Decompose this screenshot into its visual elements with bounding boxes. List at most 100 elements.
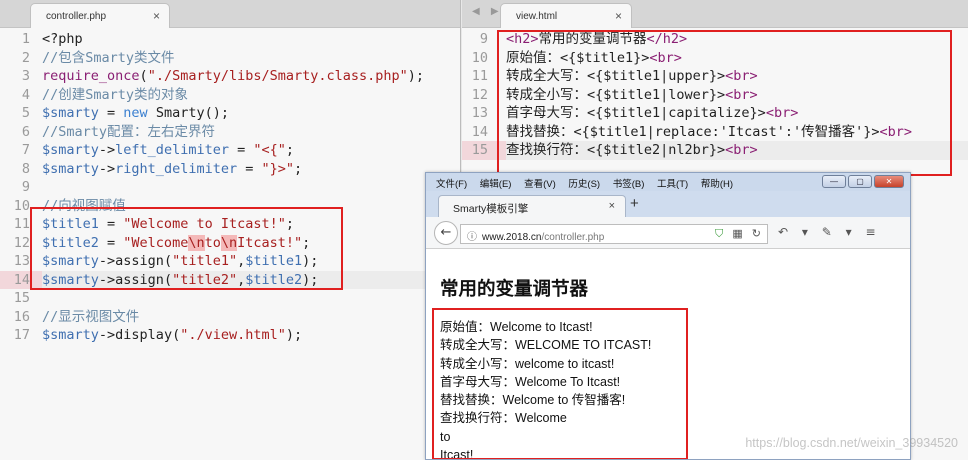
- code-token: 首字母大写：<{$title1|capitalize}>: [506, 105, 766, 121]
- tab-nav-arrows-icon[interactable]: ◀ ▶: [472, 6, 503, 17]
- toolbar-icons: ↶ ▾ ✎ ▾ ≡: [778, 225, 886, 239]
- code-token: =: [98, 234, 124, 251]
- code-line[interactable]: 13 $smarty->assign("title1",$title1);: [0, 252, 460, 271]
- code-token: $smarty: [42, 271, 99, 288]
- code-token: ;: [294, 160, 303, 177]
- menu-bookmarks[interactable]: 书签(B): [613, 179, 645, 190]
- code-area-view[interactable]: 9 <h2>常用的变量调节器</h2> 10 原始值：<{$title1}><br> 1…: [462, 30, 968, 160]
- code-line[interactable]: 16 //显示视图文件: [0, 308, 460, 327]
- code-token: (: [139, 68, 148, 84]
- maximize-button[interactable]: ▢: [848, 175, 872, 188]
- line-number: 4: [21, 86, 30, 103]
- browser-tab-smarty[interactable]: Smarty模板引擎 ×: [438, 195, 626, 217]
- code-token: <br>: [725, 86, 758, 103]
- undo-icon[interactable]: ↶: [778, 225, 788, 239]
- line-number: 10: [471, 49, 488, 66]
- code-line[interactable]: 11 转成全大写：<{$title1|upper}><br>: [462, 67, 968, 86]
- code-token: $title2: [245, 271, 303, 288]
- code-token: ;: [302, 234, 311, 251]
- code-line[interactable]: 10 原始值：<{$title1}><br>: [462, 49, 968, 68]
- window-controls: — ▢ ✕: [822, 175, 904, 188]
- code-line[interactable]: 9 <h2>常用的变量调节器</h2>: [462, 30, 968, 49]
- tab-view-html[interactable]: view.html ×: [500, 3, 632, 28]
- code-line[interactable]: 2 //包含Smarty类文件: [0, 49, 460, 68]
- code-line[interactable]: 15 查找换行符：<{$title2|nl2br}><br>: [462, 141, 968, 160]
- code-line[interactable]: 13 首字母大写：<{$title1|capitalize}><br>: [462, 104, 968, 123]
- code-area-controller[interactable]: 1 <?php 2 //包含Smarty类文件 3 require_once("./Sma…: [0, 30, 460, 345]
- code-line[interactable]: 4 //创建Smarty类的对象: [0, 86, 460, 105]
- editor-pane-controller[interactable]: controller.php × 1 <?php 2 //包含Smarty类文件 3 re…: [0, 0, 461, 460]
- code-token: //Smarty配置：左右定界符: [42, 123, 216, 140]
- code-line[interactable]: 14 $smarty->assign("title2",$title2);: [0, 270, 460, 289]
- minimize-button[interactable]: —: [822, 175, 846, 188]
- close-icon[interactable]: ×: [609, 200, 615, 212]
- menu-file[interactable]: 文件(F): [436, 179, 467, 190]
- chevron-down-icon[interactable]: ▾: [846, 225, 852, 239]
- code-line[interactable]: 1 <?php: [0, 30, 460, 49]
- line-number: 1: [21, 31, 30, 47]
- code-token: $smarty: [42, 253, 99, 269]
- url-domain: www.2018.cn: [482, 232, 542, 243]
- output-block: 原始值：Welcome to Itcast! 转成全大写：WELCOME TO …: [440, 318, 652, 460]
- output-line: 转成全大写：WELCOME TO ITCAST!: [440, 338, 652, 353]
- output-line: Itcast!: [440, 448, 474, 460]
- extension-icon[interactable]: ✎: [822, 225, 832, 239]
- menu-tools[interactable]: 工具(T): [657, 179, 688, 190]
- editor-tabbar-right: ◀ ▶ view.html ×: [462, 0, 968, 28]
- code-line[interactable]: 7 $smarty->left_delimiter = "<{";: [0, 141, 460, 160]
- code-token: new: [123, 105, 148, 121]
- code-token: "}>": [261, 160, 294, 177]
- code-line[interactable]: 9: [0, 178, 460, 197]
- tab-controller-php[interactable]: controller.php ×: [30, 3, 170, 28]
- code-line[interactable]: 17 $smarty->display("./view.html");: [0, 326, 460, 345]
- browser-window: 文件(F) 编辑(E) 查看(V) 历史(S) 书签(B) 工具(T) 帮助(H…: [425, 172, 911, 460]
- shield-icon[interactable]: ⛉: [715, 228, 723, 240]
- code-line[interactable]: 8 $smarty->right_delimiter = "}>";: [0, 160, 460, 179]
- close-icon[interactable]: ×: [153, 9, 160, 23]
- output-line: 替找替换：Welcome to 传智播客!: [440, 393, 626, 408]
- menu-history[interactable]: 历史(S): [568, 179, 600, 190]
- code-token: <br>: [879, 123, 912, 140]
- close-window-button[interactable]: ✕: [874, 175, 904, 188]
- browser-tabstrip: Smarty模板引擎 × +: [426, 191, 910, 217]
- code-token: require_once: [42, 68, 140, 84]
- code-line[interactable]: 6 //Smarty配置：左右定界符: [0, 123, 460, 142]
- line-number: 3: [21, 68, 30, 84]
- url-path: /controller.php: [541, 232, 605, 243]
- chevron-down-icon[interactable]: ▾: [802, 225, 808, 239]
- code-token: "./Smarty/libs/Smarty.class.php": [147, 68, 408, 84]
- qr-code-icon[interactable]: ▦: [732, 228, 742, 240]
- code-token: "title1": [172, 253, 238, 269]
- code-token: </h2>: [646, 31, 688, 47]
- code-token: <?php: [42, 31, 83, 47]
- reload-icon[interactable]: ↻: [752, 228, 761, 240]
- code-line[interactable]: 10 //向视图赋值: [0, 197, 460, 216]
- code-token: );: [302, 253, 319, 269]
- code-line[interactable]: 15: [0, 289, 460, 308]
- code-line[interactable]: 3 require_once("./Smarty/libs/Smarty.clas…: [0, 67, 460, 86]
- code-token: =: [98, 216, 124, 232]
- line-number: 13: [471, 105, 488, 121]
- code-token: Itcast!": [237, 234, 303, 251]
- browser-menubar: 文件(F) 编辑(E) 查看(V) 历史(S) 书签(B) 工具(T) 帮助(H…: [426, 173, 910, 191]
- menu-edit[interactable]: 编辑(E): [480, 179, 512, 190]
- url-bar[interactable]: ⓘ www.2018.cn/controller.php ⛉ ▦ ↻: [460, 224, 768, 244]
- code-line[interactable]: 11 $title1 = "Welcome to Itcast!";: [0, 215, 460, 234]
- code-token: //显示视图文件: [42, 308, 140, 325]
- code-token: );: [302, 271, 319, 288]
- menu-view[interactable]: 查看(V): [524, 179, 556, 190]
- code-line[interactable]: 14 替找替换：<{$title1|replace:'Itcast':'传智播客'…: [462, 123, 968, 142]
- new-tab-button[interactable]: +: [630, 195, 639, 212]
- info-icon[interactable]: ⓘ: [467, 232, 477, 243]
- code-line[interactable]: 5 $smarty = new Smarty();: [0, 104, 460, 123]
- close-icon[interactable]: ×: [615, 9, 622, 23]
- output-line: 原始值：Welcome to Itcast!: [440, 320, 593, 334]
- code-line[interactable]: 12 转成全小写：<{$title1|lower}><br>: [462, 86, 968, 105]
- editor-tabbar-left: controller.php ×: [0, 0, 460, 28]
- back-button[interactable]: ←: [434, 221, 458, 245]
- menu-icon[interactable]: ≡: [866, 225, 876, 239]
- code-token: assign(: [115, 271, 173, 288]
- code-token: $smarty: [42, 142, 99, 158]
- code-line[interactable]: 12 $title2 = "Welcome\nto\nItcast!";: [0, 234, 460, 253]
- menu-help[interactable]: 帮助(H): [701, 179, 733, 190]
